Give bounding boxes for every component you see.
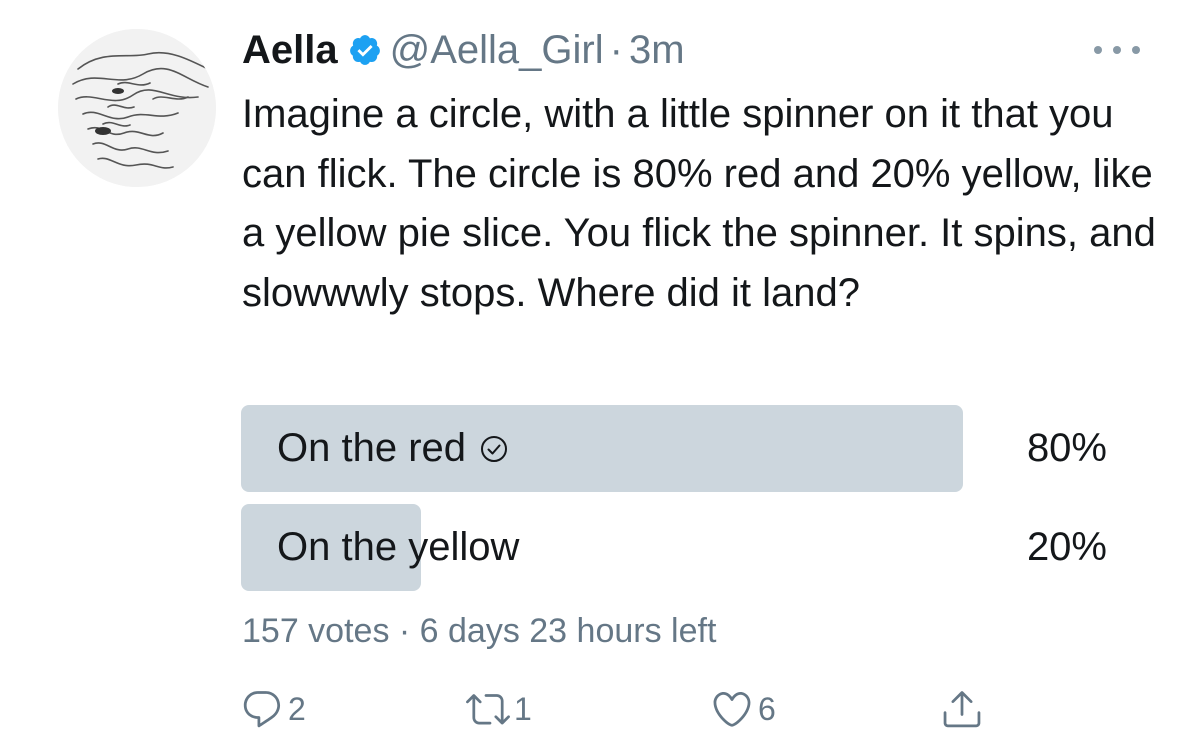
verified-badge-icon — [348, 33, 382, 67]
reply-button[interactable]: 2 — [240, 684, 306, 734]
retweet-count: 1 — [514, 690, 532, 727]
poll-option-percent: 80% — [1026, 426, 1107, 470]
share-icon — [943, 691, 981, 728]
tweet-timestamp[interactable]: 3m — [629, 28, 685, 73]
tweet: Aella @Aella_Girl · 3m Imagine a circle,… — [0, 0, 1200, 750]
poll-meta: 157 votes · 6 days 23 hours left — [242, 612, 717, 650]
reply-icon — [243, 691, 281, 728]
avatar[interactable] — [58, 29, 216, 187]
author-handle[interactable]: @Aella_Girl — [390, 28, 604, 73]
tweet-header: Aella @Aella_Girl · 3m — [242, 24, 685, 76]
tweet-actions: 2 1 6 — [240, 684, 1000, 734]
poll-option-label: On the yellow — [277, 525, 520, 569]
poll-option-label-wrap: On the red — [277, 405, 508, 492]
retweet-button[interactable]: 1 — [466, 684, 532, 734]
poll-option-yellow[interactable]: On the yellow 20% — [241, 504, 1107, 591]
like-count: 6 — [758, 690, 776, 727]
like-button[interactable]: 6 — [710, 684, 776, 734]
share-button[interactable] — [940, 684, 984, 734]
reply-count: 2 — [288, 690, 306, 727]
tweet-text: Imagine a circle, with a little spinner … — [242, 92, 1156, 315]
retweet-icon — [466, 694, 510, 725]
heart-icon — [713, 691, 751, 727]
poll-option-label: On the red — [277, 426, 467, 470]
avatar-sketch-image — [58, 29, 216, 187]
author-name[interactable]: Aella — [242, 28, 338, 73]
poll-option-red[interactable]: On the red 80% — [241, 405, 1107, 492]
check-circle-icon — [480, 435, 508, 463]
more-dots-icon[interactable] — [1094, 42, 1140, 58]
separator-dot: · — [609, 27, 623, 72]
poll-option-percent: 20% — [1026, 525, 1107, 569]
poll-option-label-wrap: On the yellow — [277, 504, 519, 591]
